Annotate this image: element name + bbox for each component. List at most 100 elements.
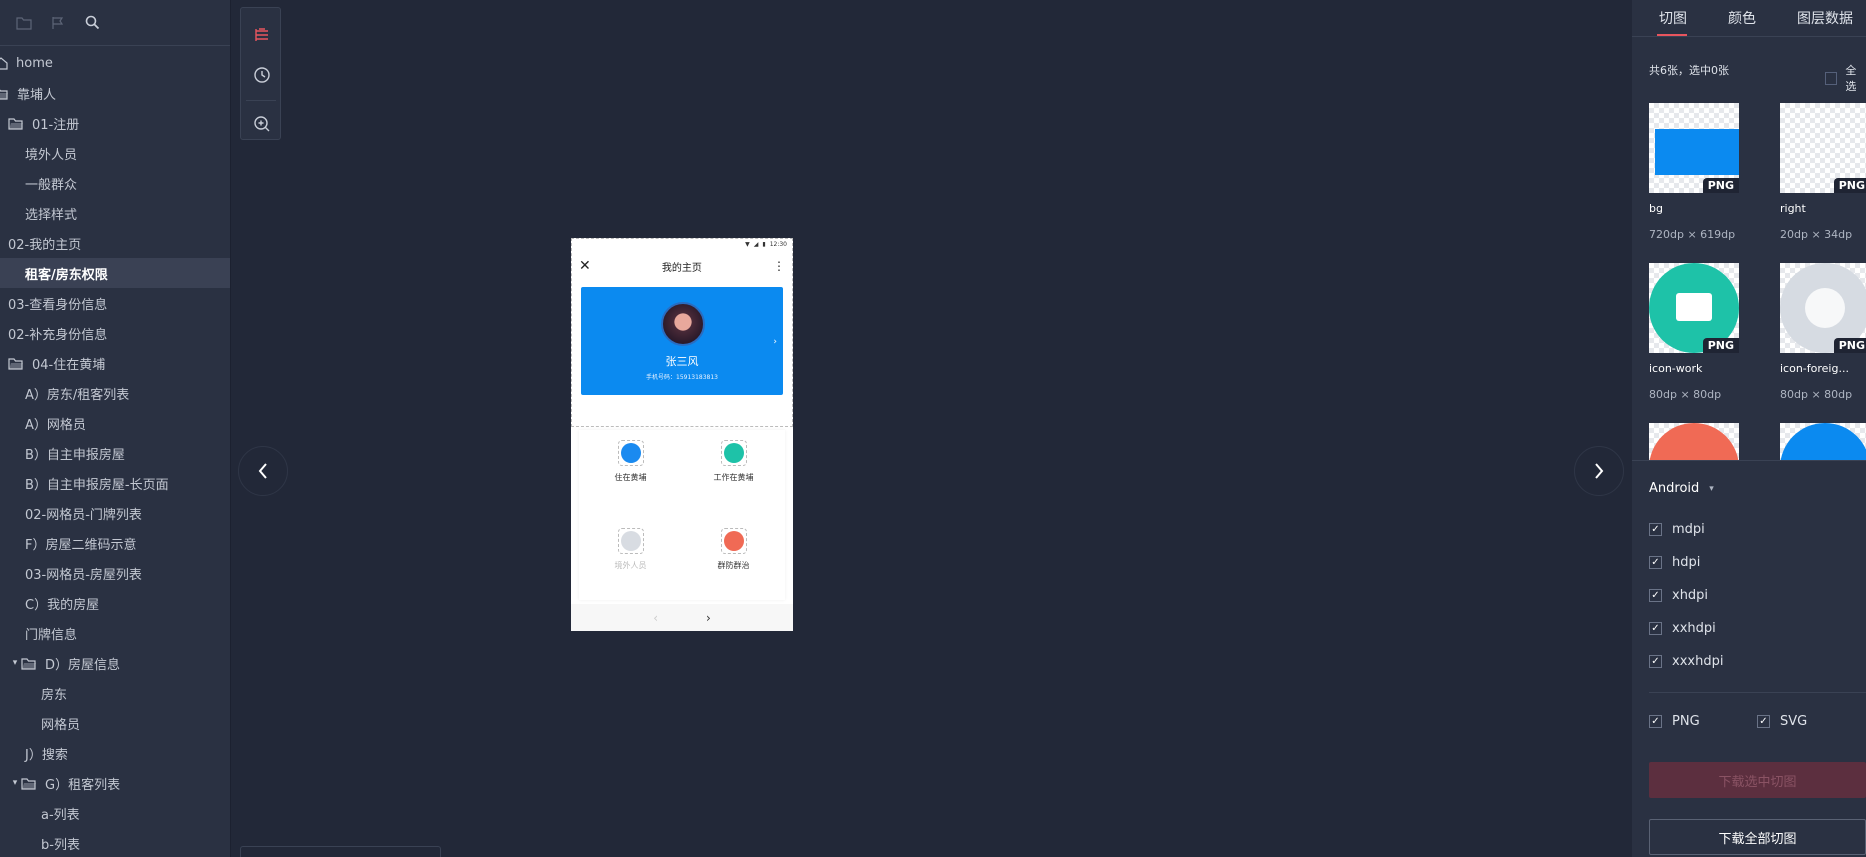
tree-item-label: C）我的房屋: [25, 597, 100, 613]
density-checkbox[interactable]: ✓ xxhdpi: [1649, 621, 1716, 636]
density-checkbox[interactable]: ✓ hdpi: [1649, 555, 1700, 570]
tree-item[interactable]: B）自主申报房屋: [0, 438, 230, 468]
tree-item[interactable]: ▾ G）租客列表: [0, 768, 230, 798]
tree-item[interactable]: 02-补充身份信息: [0, 318, 230, 348]
next-page-button[interactable]: [1574, 446, 1624, 496]
pager-next-icon: ›: [706, 610, 711, 625]
globe-icon: [1805, 288, 1845, 328]
checkbox-checked-icon: ✓: [1649, 715, 1662, 728]
tree-item[interactable]: 网格员: [0, 708, 230, 738]
tree-item[interactable]: b-列表: [0, 828, 230, 857]
format-svg-checkbox[interactable]: ✓ SVG: [1757, 714, 1807, 729]
prev-page-button[interactable]: [238, 446, 288, 496]
density-checkbox[interactable]: ✓ mdpi: [1649, 522, 1705, 537]
tree-item-label: b-列表: [41, 837, 80, 853]
menu-cell: 住在黄埔: [579, 430, 682, 510]
tree-item[interactable]: F）房屋二维码示意: [0, 528, 230, 558]
history-icon[interactable]: [241, 60, 282, 90]
chevron-down-icon[interactable]: ▾: [9, 778, 21, 788]
tree-item-label: 靠埔人: [17, 87, 57, 103]
layers-icon[interactable]: [241, 20, 282, 50]
tree-item[interactable]: ▾ D）房屋信息: [0, 648, 230, 678]
format-png-checkbox[interactable]: ✓ PNG: [1649, 714, 1700, 729]
slice-count: 共6张，选中0张: [1649, 64, 1729, 77]
sidebar-toolbar: [0, 0, 230, 46]
density-checkbox[interactable]: ✓ xhdpi: [1649, 588, 1708, 603]
platform-select[interactable]: Android ▾: [1649, 481, 1714, 496]
slice-name: bg: [1649, 202, 1663, 215]
checkbox-checked-icon: ✓: [1649, 589, 1662, 602]
tree-item[interactable]: 03-网格员-房屋列表: [0, 558, 230, 588]
slice-thumb-bg[interactable]: PNG: [1649, 103, 1739, 193]
density-checkbox[interactable]: ✓ xxxhdpi: [1649, 654, 1723, 669]
tree-item[interactable]: 01-注册: [0, 108, 230, 138]
tree-item[interactable]: 境外人员: [0, 138, 230, 168]
avatar: [661, 302, 705, 346]
density-label: xxhdpi: [1672, 621, 1716, 636]
tree-item[interactable]: 02-网格员-门牌列表: [0, 498, 230, 528]
tree-item-label: 一般群众: [25, 177, 78, 193]
png-badge: PNG: [1833, 178, 1866, 193]
folder-icon[interactable]: [14, 13, 34, 33]
flag-icon[interactable]: [48, 13, 68, 33]
tree-item-label: 网格员: [41, 717, 81, 733]
chevron-left-icon: [258, 463, 267, 479]
menu-cell-icon: [720, 528, 747, 554]
menu-cell-label: 住在黄埔: [614, 473, 647, 482]
download-selected-button[interactable]: 下载选中切图: [1649, 762, 1866, 798]
density-label: mdpi: [1672, 522, 1705, 537]
tree-item-label: 04-住在黄埔: [32, 357, 106, 373]
wifi-icon: ▼: [745, 241, 750, 248]
download-all-button[interactable]: 下载全部切图: [1649, 819, 1866, 855]
tree-item-label: 房东: [41, 687, 68, 703]
sidebar: home 靠埔人 01-注册 境外人员 一般群众 选择样式 02-我的主页 租客/房东权限 03…: [0, 0, 231, 857]
tree-item[interactable]: a-列表: [0, 798, 230, 828]
search-icon[interactable]: [82, 13, 102, 33]
png-badge: PNG: [1833, 338, 1866, 353]
tree-item[interactable]: home: [0, 48, 230, 78]
menu-cell-label: 境外人员: [614, 561, 647, 570]
checkbox-checked-icon: ✓: [1649, 622, 1662, 635]
tree-item[interactable]: 租客/房东权限: [0, 258, 230, 288]
tree-item-label: B）自主申报房屋-长页面: [25, 477, 169, 493]
tree-item[interactable]: 选择样式: [0, 198, 230, 228]
tree-item[interactable]: 04-住在黄埔: [0, 348, 230, 378]
tree-item[interactable]: A）网格员: [0, 408, 230, 438]
menu-cell: 工作在黄埔: [682, 430, 785, 510]
signal-icon: ◢: [753, 241, 759, 248]
png-badge: PNG: [1702, 338, 1739, 353]
zoom-in-icon[interactable]: [241, 109, 282, 139]
tree-item[interactable]: J）搜索: [0, 738, 230, 768]
page-tree: home 靠埔人 01-注册 境外人员 一般群众 选择样式 02-我的主页 租客/房东权限 03…: [0, 46, 230, 857]
tree-item-label: A）房东/租客列表: [25, 387, 130, 403]
artboard-phone[interactable]: ▼ ◢ ▮ 12:30 ✕ 我的主页 ⋮ 张三风 手机号码：1591318381…: [571, 238, 793, 631]
slice-thumb-partial[interactable]: [1780, 423, 1866, 461]
menu-cell-label: 工作在黄埔: [713, 473, 754, 482]
slice-thumb-icon-foreign[interactable]: PNG: [1780, 263, 1866, 353]
slice-thumb-icon-work[interactable]: PNG: [1649, 263, 1739, 353]
profile-card: 张三风 手机号码：15913183813 ›: [581, 287, 783, 395]
tab-colors[interactable]: 颜色: [1728, 0, 1797, 36]
tab-slices[interactable]: 切图: [1657, 0, 1728, 36]
tree-item[interactable]: 03-查看身份信息: [0, 288, 230, 318]
tree-item[interactable]: 一般群众: [0, 168, 230, 198]
slice-thumb-partial[interactable]: [1649, 423, 1739, 461]
tree-item[interactable]: 房东: [0, 678, 230, 708]
slice-thumb-right[interactable]: PNG: [1780, 103, 1866, 193]
battery-icon: ▮: [762, 241, 766, 248]
tree-item[interactable]: 门牌信息: [0, 618, 230, 648]
tree-item[interactable]: 02-我的主页: [0, 228, 230, 258]
menu-cell-label: 群防群治: [717, 561, 750, 570]
phone-pager: ‹ ›: [571, 604, 793, 631]
tree-item[interactable]: 靠埔人: [0, 78, 230, 108]
tree-item[interactable]: B）自主申报房屋-长页面: [0, 468, 230, 498]
slice-size: 80dp × 80dp: [1780, 388, 1853, 401]
select-all-label: 全选: [1845, 64, 1857, 93]
tab-layer-data[interactable]: 图层数据: [1797, 0, 1866, 36]
select-all-checkbox[interactable]: 全选: [1825, 62, 1866, 94]
chevron-down-icon[interactable]: ▾: [9, 658, 21, 668]
folder-open-icon: [21, 777, 37, 790]
tree-item[interactable]: C）我的房屋: [0, 588, 230, 618]
tree-item-label: 03-网格员-房屋列表: [25, 567, 142, 583]
tree-item[interactable]: A）房东/租客列表: [0, 378, 230, 408]
